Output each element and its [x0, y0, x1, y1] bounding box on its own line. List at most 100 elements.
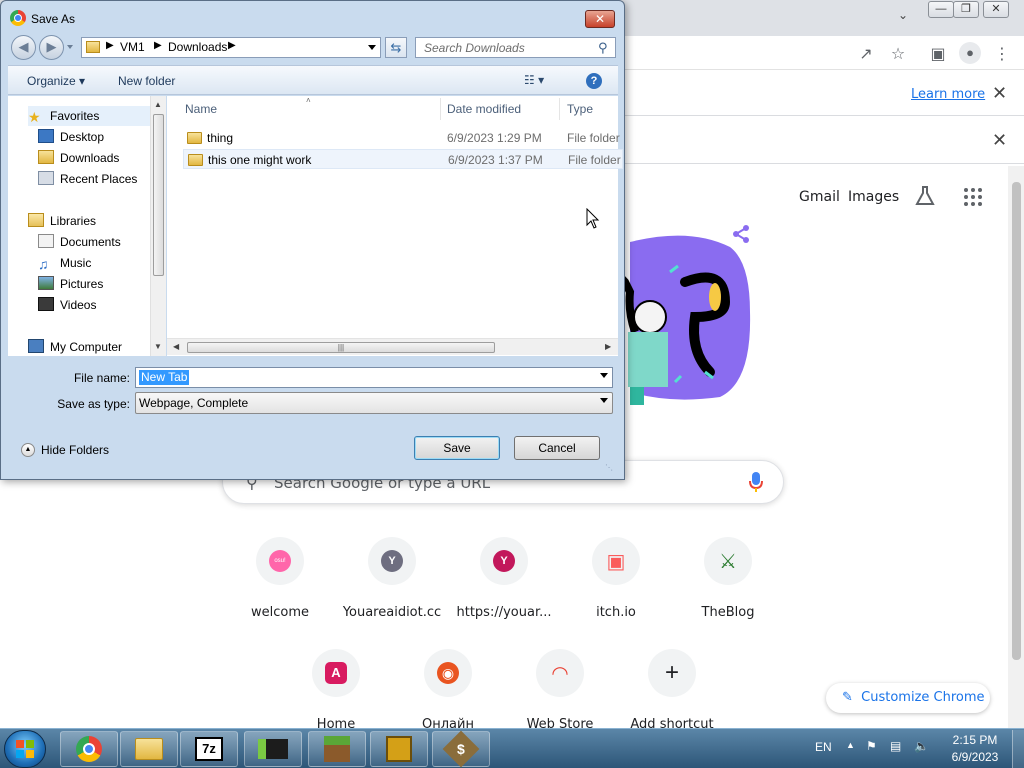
plus-icon: +	[664, 659, 679, 686]
clock-time[interactable]: 2:15 PM	[946, 733, 1004, 747]
close-icon[interactable]: ✕	[992, 130, 1007, 151]
action-center-flag-icon[interactable]: ⚑	[866, 739, 877, 753]
column-divider[interactable]	[440, 98, 441, 120]
taskbar-app-money[interactable]: $	[432, 730, 490, 768]
taskbar-minecraft[interactable]	[308, 731, 366, 767]
shortcut-youar[interactable]: Y https://youar...	[448, 537, 560, 620]
tab-dropdown-icon[interactable]: ⌄	[898, 8, 908, 22]
voice-search-icon[interactable]	[748, 470, 764, 494]
images-link[interactable]: Images	[848, 189, 899, 205]
address-dropdown-icon[interactable]	[368, 45, 376, 50]
7zip-icon: 7z	[195, 737, 223, 761]
breadcrumb-arrow-icon[interactable]: ▶	[106, 40, 114, 51]
scroll-right-icon[interactable]: ▶	[605, 342, 611, 351]
recent-locations-dropdown[interactable]	[67, 45, 73, 49]
volume-muted-icon[interactable]: 🔈	[914, 739, 929, 753]
shortcut-itch[interactable]: ▣ itch.io	[560, 537, 672, 620]
breadcrumb-arrow-icon[interactable]: ▶	[228, 40, 236, 51]
breadcrumb-downloads[interactable]: Downloads	[168, 40, 227, 54]
nav-favorites[interactable]: ★ Favorites	[28, 106, 152, 126]
breadcrumb-vm1[interactable]: VM1	[120, 40, 145, 54]
recent-places-icon	[38, 171, 54, 185]
new-folder-button[interactable]: New folder	[118, 74, 175, 88]
taskbar-app-chest[interactable]	[370, 731, 428, 767]
mouse-cursor-icon	[586, 207, 600, 230]
close-window-button[interactable]: ✕	[983, 1, 1009, 18]
nav-my-computer[interactable]: My Computer	[28, 337, 168, 357]
scroll-left-icon[interactable]: ◀	[173, 342, 179, 351]
taskbar-app-terminal[interactable]	[244, 731, 302, 767]
column-divider[interactable]	[559, 98, 560, 120]
network-icon[interactable]: ▤	[890, 739, 901, 753]
back-button[interactable]: ◀	[11, 35, 36, 60]
address-bar[interactable]: ▶ VM1 ▶ Downloads ▶	[81, 37, 381, 58]
learn-more-link[interactable]: Learn more	[911, 87, 985, 102]
nav-scroll-thumb[interactable]	[153, 114, 164, 276]
hide-folders-button[interactable]: Hide Folders	[41, 443, 109, 457]
taskbar-explorer[interactable]	[120, 731, 178, 767]
taskbar-7zip[interactable]: 7z	[180, 731, 238, 767]
save-as-type-select[interactable]: Webpage, Complete	[135, 392, 613, 414]
column-header-type[interactable]: Type	[567, 102, 593, 116]
sword-icon: ⚔	[719, 550, 737, 573]
shortcut-home[interactable]: A Home	[280, 649, 392, 732]
view-options-icon[interactable]: ☷ ▾	[524, 73, 544, 87]
shortcut-welcome[interactable]: osu! welcome	[224, 537, 336, 620]
chrome-menu-icon[interactable]: ⋮	[992, 44, 1012, 64]
restore-button[interactable]: ❐	[953, 1, 979, 18]
chevron-down-icon[interactable]	[600, 398, 608, 403]
organize-menu[interactable]: Organize ▾	[27, 74, 85, 88]
file-date: 6/9/2023 1:37 PM	[448, 153, 543, 167]
save-as-dialog: Save As ✕ ◀ ▶ ▶ VM1 ▶ Downloads ▶ ⇆ Sear…	[0, 0, 625, 480]
hide-folders-icon[interactable]: ▲	[21, 443, 35, 457]
save-button[interactable]: Save	[414, 436, 500, 460]
apps-grid-icon[interactable]	[963, 187, 983, 207]
file-name-input[interactable]: New Tab	[135, 367, 613, 388]
minimize-button[interactable]: —	[928, 1, 954, 18]
dialog-close-button[interactable]: ✕	[585, 10, 615, 28]
clock-date[interactable]: 6/9/2023	[946, 750, 1004, 764]
shortcut-theblog[interactable]: ⚔ TheBlog	[672, 537, 784, 620]
cancel-button[interactable]: Cancel	[514, 436, 600, 460]
profile-avatar[interactable]: ●	[959, 42, 981, 64]
gmail-link[interactable]: Gmail	[799, 189, 840, 205]
file-row[interactable]: thing 6/9/2023 1:29 PM File folder	[183, 128, 623, 148]
nav-scrollbar[interactable]: ▲ ▼	[150, 96, 166, 356]
share-doodle-icon[interactable]	[731, 224, 751, 244]
page-scrollbar-thumb[interactable]	[1012, 182, 1021, 660]
bookmark-star-icon[interactable]: ☆	[888, 44, 908, 64]
file-name-dropdown-icon[interactable]	[600, 373, 608, 378]
side-panel-icon[interactable]: ▣	[928, 44, 948, 64]
shortcut-webstore[interactable]: ◠ Web Store	[504, 649, 616, 732]
help-icon[interactable]: ?	[586, 73, 602, 89]
shortcut-youareaidiot[interactable]: Y Youareaidiot.cc	[336, 537, 448, 620]
letter-y-icon: Y	[493, 550, 515, 572]
breadcrumb-arrow-icon[interactable]: ▶	[154, 40, 162, 51]
file-name-value[interactable]: New Tab	[139, 370, 190, 385]
file-hscroll-thumb[interactable]: |||	[187, 342, 495, 353]
file-hscrollbar[interactable]: ◀ ||| ▶	[167, 338, 618, 355]
file-row[interactable]: this one might work 6/9/2023 1:37 PM Fil…	[183, 149, 623, 169]
customize-chrome-button[interactable]: ✎ Customize Chrome	[826, 683, 990, 713]
start-button[interactable]	[4, 730, 46, 768]
labs-flask-icon[interactable]	[913, 184, 937, 208]
scroll-up-icon[interactable]: ▲	[154, 100, 162, 109]
scroll-down-icon[interactable]: ▼	[154, 342, 162, 351]
column-header-name[interactable]: Name	[185, 102, 217, 116]
search-icon[interactable]: ⚲	[598, 40, 608, 56]
nav-label: Videos	[60, 298, 97, 312]
show-hidden-icons-icon[interactable]: ▲	[846, 740, 855, 750]
add-shortcut-button[interactable]: + Add shortcut	[616, 649, 728, 732]
resize-grip-icon[interactable]: ⋱	[605, 463, 613, 472]
search-downloads-input[interactable]: Search Downloads ⚲	[415, 37, 616, 58]
forward-button[interactable]: ▶	[39, 35, 64, 60]
share-icon[interactable]: ↗	[856, 44, 876, 64]
refresh-icon[interactable]: ⇆	[385, 37, 407, 58]
close-icon[interactable]: ✕	[992, 83, 1007, 104]
shortcut-online[interactable]: ◉ Онлайн	[392, 649, 504, 732]
column-header-date[interactable]: Date modified	[447, 102, 521, 116]
taskbar-chrome[interactable]	[60, 731, 118, 767]
show-desktop-button[interactable]	[1012, 730, 1024, 768]
language-indicator[interactable]: EN	[815, 740, 832, 754]
nav-libraries[interactable]: Libraries	[28, 211, 168, 231]
